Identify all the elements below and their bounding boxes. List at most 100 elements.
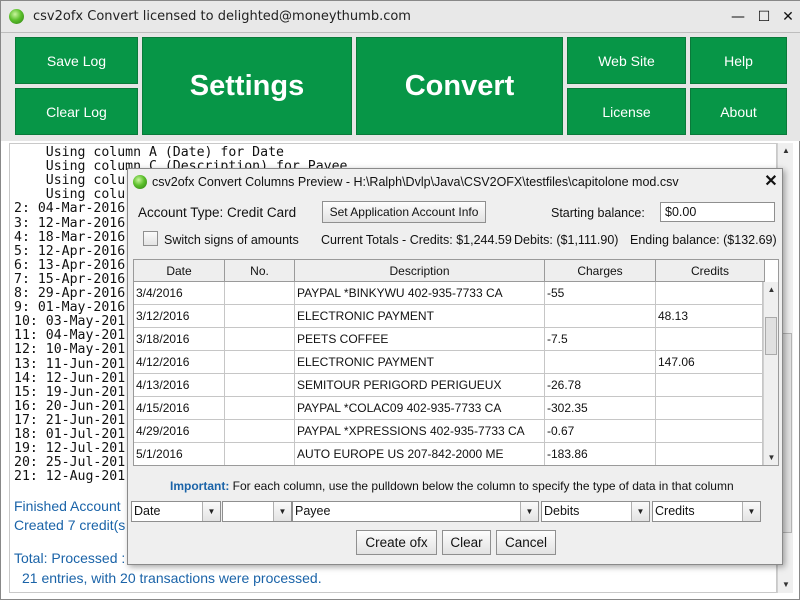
table-cell[interactable]: PAYPAL *COLAC09 402-935-7733 CA [295,397,545,420]
table-cell[interactable] [656,282,763,305]
table-cell[interactable]: 3/4/2016 [134,282,225,305]
close-icon[interactable]: ✕ [777,7,799,27]
column-type-no-dropdown[interactable]: ▼ [222,501,292,522]
table-cell[interactable]: -183.86 [545,443,656,465]
about-button[interactable]: About [690,88,787,135]
convert-button[interactable]: Convert [356,37,563,135]
scroll-down-icon[interactable]: ▼ [764,450,778,465]
column-type-date-dropdown[interactable]: Date ▼ [131,501,221,522]
chevron-down-icon: ▼ [742,502,760,521]
log-line: 13: 11-Jun-201 [14,356,126,372]
table-cell[interactable]: 4/15/2016 [134,397,225,420]
web-site-button[interactable]: Web Site [567,37,686,84]
table-cell[interactable]: -7.5 [545,328,656,351]
help-button[interactable]: Help [690,37,787,84]
log-line: 17: 21-Jun-201 [14,412,126,428]
table-cell[interactable] [225,305,295,328]
table-cell[interactable] [225,397,295,420]
scroll-up-icon[interactable]: ▲ [778,143,794,159]
column-header[interactable]: Credits [656,260,765,282]
table-cell[interactable] [225,328,295,351]
log-line: 12: 10-May-201 [14,342,126,358]
starting-balance-label: Starting balance: [551,206,645,220]
switch-signs-checkbox[interactable] [143,231,158,246]
clear-button[interactable]: Clear [442,530,491,555]
table-cell[interactable] [225,374,295,397]
column-type-charges-dropdown[interactable]: Debits ▼ [541,501,650,522]
table-cell[interactable] [225,282,295,305]
table-cell[interactable]: 5/1/2016 [134,443,225,465]
column-header[interactable]: Description [295,260,545,282]
chevron-down-icon: ▼ [273,502,291,521]
table-cell[interactable]: 48.13 [656,305,763,328]
close-icon[interactable]: ✕ [762,172,780,192]
table-cell[interactable]: 3/18/2016 [134,328,225,351]
table-cell[interactable] [656,420,763,443]
table-cell[interactable]: PAYPAL *XPRESSIONS 402-935-7733 CA [295,420,545,443]
log-line: 21: 12-Aug-201 [14,469,126,485]
table-cell[interactable]: 3/12/2016 [134,305,225,328]
account-type-label: Account Type: Credit Card [138,205,297,220]
clear-log-button[interactable]: Clear Log [15,88,138,135]
table-cell[interactable]: ELECTRONIC PAYMENT [295,305,545,328]
log-line: Using column A (Date) for Date [14,145,284,160]
save-log-button[interactable]: Save Log [15,37,138,84]
table-cell[interactable]: 147.06 [656,351,763,374]
log-line: 10: 03-May-201 [14,314,126,330]
table-cell[interactable]: -0.67 [545,420,656,443]
table-cell[interactable] [225,351,295,374]
maximize-icon[interactable]: ☐ [753,7,775,27]
dropdown-value: Payee [295,504,331,518]
column-header[interactable]: Charges [545,260,656,282]
important-label: Important: [170,479,230,493]
log-line: Using colu [14,173,126,189]
table-cell[interactable]: -302.35 [545,397,656,420]
table-cell[interactable] [225,420,295,443]
create-ofx-button[interactable]: Create ofx [356,530,437,555]
set-account-info-button[interactable]: Set Application Account Info [322,201,486,223]
column-type-credits-dropdown[interactable]: Credits ▼ [652,501,761,522]
log-line: 9: 01-May-2016 [14,300,126,316]
table-cell[interactable]: 4/29/2016 [134,420,225,443]
column-header[interactable]: Date [134,260,225,282]
scroll-up-icon[interactable]: ▲ [764,282,778,297]
ending-balance: Ending balance: ($132.69) [630,233,777,247]
settings-button[interactable]: Settings [142,37,352,135]
column-header[interactable]: No. [225,260,295,282]
table-cell[interactable]: PEETS COFFEE [295,328,545,351]
log-created-credits: Created 7 credit(s [14,517,126,533]
log-line: 5: 12-Apr-2016 [14,243,126,259]
table-cell[interactable] [656,443,763,465]
table-cell[interactable]: PAYPAL *BINKYWU 402-935-7733 CA [295,282,545,305]
preview-table[interactable]: Date No. Description Charges Credits 3/4/2016… [133,259,779,466]
table-cell[interactable]: AUTO EUROPE US 207-842-2000 ME [295,443,545,465]
window-title: csv2ofx Convert licensed to delighted@mo… [33,9,411,24]
table-cell[interactable] [225,443,295,465]
log-line: 7: 15-Apr-2016 [14,271,126,287]
table-cell[interactable] [656,397,763,420]
table-cell[interactable]: -55 [545,282,656,305]
license-button[interactable]: License [567,88,686,135]
table-cell[interactable]: 4/12/2016 [134,351,225,374]
important-note: Important: For each column, use the pull… [170,479,734,493]
title-bar: csv2ofx Convert licensed to delighted@mo… [1,1,800,33]
log-line: 15: 19-Jun-201 [14,384,126,400]
log-line: 11: 04-May-201 [14,328,126,344]
starting-balance-input[interactable]: $0.00 [660,202,775,222]
table-cell[interactable] [545,305,656,328]
table-cell[interactable]: ELECTRONIC PAYMENT [295,351,545,374]
log-line: 20: 25-Jul-201 [14,455,126,471]
table-scrollbar[interactable]: ▲ ▼ [763,282,778,465]
table-cell[interactable] [656,328,763,351]
column-type-description-dropdown[interactable]: Payee ▼ [292,501,539,522]
columns-preview-dialog: csv2ofx Convert Columns Preview - H:\Ral… [127,168,783,565]
table-cell[interactable] [656,374,763,397]
table-cell[interactable]: 4/13/2016 [134,374,225,397]
scroll-down-icon[interactable]: ▼ [778,577,794,593]
minimize-icon[interactable]: — [727,7,749,27]
table-cell[interactable]: SEMITOUR PERIGORD PERIGUEUX [295,374,545,397]
table-cell[interactable] [545,351,656,374]
cancel-button[interactable]: Cancel [496,530,556,555]
table-cell[interactable]: -26.78 [545,374,656,397]
scroll-thumb[interactable] [765,317,777,355]
